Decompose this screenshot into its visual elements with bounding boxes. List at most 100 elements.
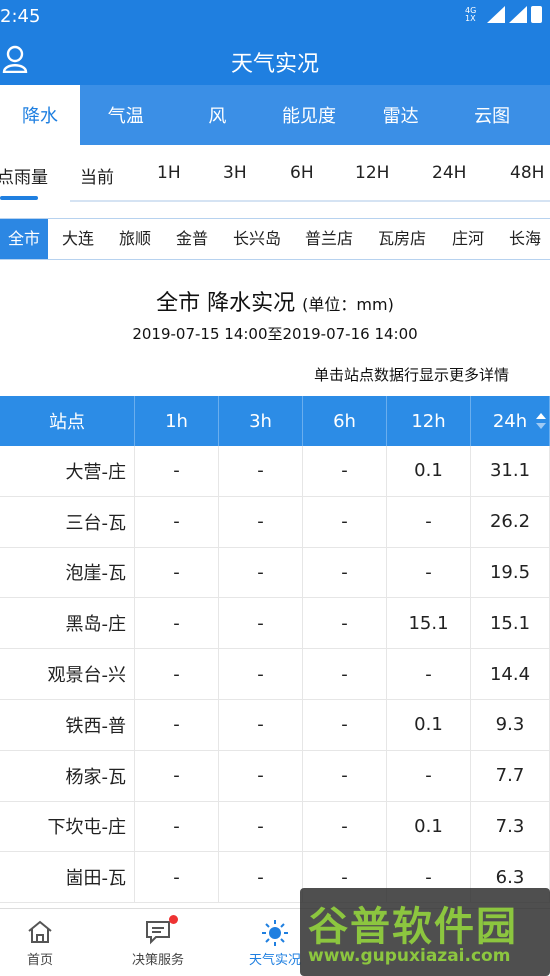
cell-1h: - xyxy=(135,446,219,496)
home-icon xyxy=(28,920,52,943)
area-tab-zhuanghe[interactable]: 庄河 xyxy=(452,219,484,259)
cell-12h: 0.1 xyxy=(387,446,471,496)
cell-1h: - xyxy=(135,750,219,801)
time-tab-bar: 站点雨量 当前 1H 3H 6H 12H 24H 48H xyxy=(0,145,550,203)
cell-station: 大营-庄 xyxy=(0,446,135,496)
cell-6h: - xyxy=(303,649,387,699)
tab-radar[interactable]: 雷达 xyxy=(355,85,447,145)
cell-24h: 19.5 xyxy=(471,547,550,598)
time-tab-scrollbar xyxy=(70,200,550,202)
signal-icon-2 xyxy=(509,6,527,23)
cell-3h: - xyxy=(219,547,303,598)
page-title: 天气实况 xyxy=(230,52,319,77)
report-date-range: 2019-07-15 14:00至2019-07-16 14:00 xyxy=(132,325,418,343)
cell-24h: 15.1 xyxy=(471,598,550,649)
message-icon xyxy=(146,921,170,945)
cell-12h: - xyxy=(387,496,471,547)
area-tab-all-city[interactable]: 全市 xyxy=(0,219,49,259)
cell-24h: 31.1 xyxy=(471,446,550,496)
cell-3h: - xyxy=(219,852,303,903)
cell-24h: 14.4 xyxy=(471,649,550,699)
tab-precipitation[interactable]: 降水 xyxy=(0,85,80,145)
table-row[interactable]: 泡崖-瓦 - - - -19.5 xyxy=(0,547,550,599)
status-icons: 4G 1X xyxy=(465,6,542,23)
cell-6h: - xyxy=(303,446,387,496)
tab-24h[interactable]: 24H xyxy=(432,163,466,183)
area-tab-pulandian[interactable]: 普兰店 xyxy=(305,219,353,259)
tab-cloud-image[interactable]: 云图 xyxy=(446,85,538,145)
tab-1h[interactable]: 1H xyxy=(157,163,181,183)
cell-1h: - xyxy=(135,801,219,852)
table-row[interactable]: 三台-瓦 - - - -26.2 xyxy=(0,496,550,548)
cell-3h: - xyxy=(219,649,303,699)
area-tab-lushun[interactable]: 旅顺 xyxy=(119,219,151,259)
column-header-6h[interactable]: 6h xyxy=(303,396,387,446)
area-tab-changxingdao[interactable]: 长兴岛 xyxy=(233,219,281,259)
tab-station-rainfall[interactable]: 站点雨量 xyxy=(0,163,48,188)
cell-6h: - xyxy=(303,750,387,801)
tab-6h[interactable]: 6H xyxy=(290,163,314,183)
cell-station: 观景台-兴 xyxy=(0,649,135,699)
cell-3h: - xyxy=(219,598,303,649)
column-header-24h-label: 24h xyxy=(492,410,528,432)
cell-3h: - xyxy=(219,699,303,750)
cell-12h: 0.1 xyxy=(387,699,471,750)
area-tab-changhai[interactable]: 长海 xyxy=(509,219,541,259)
tab-current[interactable]: 当前 xyxy=(80,163,114,188)
report-title: 全市 降水实况 (单位：mm) xyxy=(0,285,550,317)
cell-station: 下坎屯-庄 xyxy=(0,801,135,852)
tab-wind[interactable]: 风 xyxy=(172,85,264,145)
table-row[interactable]: 铁西-普 - - -0.1 9.3 xyxy=(0,699,550,751)
watermark-brand: 谷普软件园 xyxy=(308,904,518,950)
column-header-1h[interactable]: 1h xyxy=(135,396,219,446)
cell-24h: 26.2 xyxy=(471,496,550,547)
rainfall-table: 站点 1h 3h 6h 12h 24h 大营-庄 - - -0.1 31.1 三台-瓦 - -… xyxy=(0,396,550,904)
cell-station: 泡崖-瓦 xyxy=(0,547,135,598)
column-header-24h[interactable]: 24h xyxy=(471,396,550,446)
area-tab-bar: 全市 大连 旅顺 金普 长兴岛 普兰店 瓦房店 庄河 长海 xyxy=(0,218,550,260)
cell-6h: - xyxy=(303,547,387,598)
tab-12h[interactable]: 12H xyxy=(355,163,389,183)
tab-visibility[interactable]: 能见度 xyxy=(263,85,355,145)
nav-home[interactable]: 首页 xyxy=(0,909,95,976)
app-header: 2:45 4G 1X 天气实况 xyxy=(0,0,550,85)
cell-1h: - xyxy=(135,852,219,903)
cell-1h: - xyxy=(135,547,219,598)
tab-48h[interactable]: 48H xyxy=(510,163,544,183)
cell-1h: - xyxy=(135,598,219,649)
report-title-text: 全市 降水实况 xyxy=(156,291,296,316)
cell-12h: 15.1 xyxy=(387,598,471,649)
cell-3h: - xyxy=(219,750,303,801)
area-tab-dalian[interactable]: 大连 xyxy=(62,219,94,259)
sun-icon xyxy=(262,920,288,946)
cell-12h: - xyxy=(387,649,471,699)
cell-24h: 9.3 xyxy=(471,699,550,750)
table-row[interactable]: 黑岛-庄 - - -15.1 15.1 xyxy=(0,598,550,650)
tab-3h[interactable]: 3H xyxy=(223,163,247,183)
table-row[interactable]: 大营-庄 - - -0.1 31.1 xyxy=(0,446,550,497)
cell-station: 铁西-普 xyxy=(0,699,135,750)
column-header-station[interactable]: 站点 xyxy=(0,396,135,446)
signal-icon xyxy=(487,6,505,23)
cell-1h: - xyxy=(135,496,219,547)
column-header-12h[interactable]: 12h xyxy=(387,396,471,446)
table-body: 大营-庄 - - -0.1 31.1 三台-瓦 - - - -26.2 泡崖-瓦 - - - -19.5 黑岛… xyxy=(0,446,550,904)
nav-decision-service[interactable]: 决策服务 xyxy=(103,909,213,976)
tab-temperature[interactable]: 气温 xyxy=(80,85,172,145)
nav-home-label: 首页 xyxy=(26,953,53,968)
area-tab-jinpu[interactable]: 金普 xyxy=(176,219,208,259)
column-header-3h[interactable]: 3h xyxy=(219,396,303,446)
cell-12h: - xyxy=(387,547,471,598)
cell-station: 黑岛-庄 xyxy=(0,598,135,649)
cell-24h: 7.7 xyxy=(471,750,550,801)
area-tab-wafangdian[interactable]: 瓦房店 xyxy=(378,219,426,259)
table-row[interactable]: 观景台-兴 - - - -14.4 xyxy=(0,649,550,700)
cell-6h: - xyxy=(303,598,387,649)
table-row[interactable]: 杨家-瓦 - - - -7.7 xyxy=(0,750,550,802)
watermark-url: www.gupuxiazai.com xyxy=(308,946,511,966)
table-header: 站点 1h 3h 6h 12h 24h xyxy=(0,396,550,446)
watermark: 谷普软件园 www.gupuxiazai.com xyxy=(300,888,550,976)
table-row[interactable]: 下坎屯-庄 - - -0.1 7.3 xyxy=(0,801,550,853)
table-hint: 单击站点数据行显示更多详情 xyxy=(314,366,510,384)
cell-3h: - xyxy=(219,446,303,496)
